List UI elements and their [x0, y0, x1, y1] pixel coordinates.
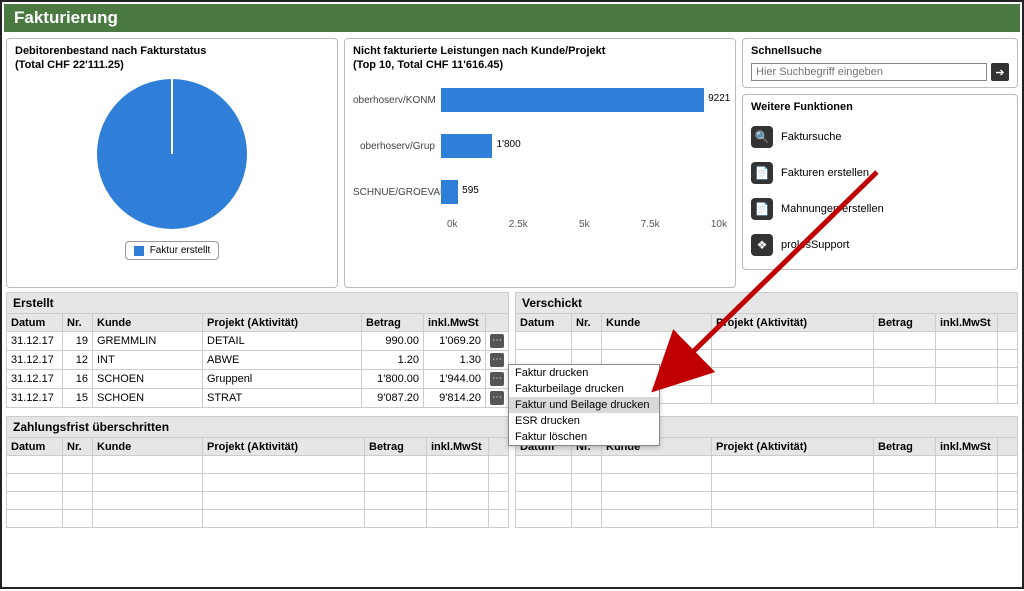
panel-weitere-funktionen: Weitere Funktionen 🔍 Faktursuche 📄 Faktu…: [742, 94, 1018, 270]
search-input[interactable]: [751, 63, 987, 81]
bar-chart[interactable]: oberhoserv/KONM 9221 oberhoserv/Grup 1'8…: [353, 81, 727, 256]
support-icon: ❖: [751, 234, 773, 256]
panel-nf-subtitle: (Top 10, Total CHF 11'616.45): [353, 59, 727, 71]
func-mahnungen-erstellen[interactable]: 📄 Mahnungen erstellen: [751, 191, 1009, 227]
menu-faktur-und-beilage-drucken[interactable]: Faktur und Beilage drucken: [509, 397, 659, 413]
legend-swatch-icon: [134, 246, 144, 256]
func-prolessupport[interactable]: ❖ prolesSupport: [751, 227, 1009, 263]
table-mahnprozess: DatumNr.KundeProjekt (Aktivität)Betragin…: [515, 437, 1018, 528]
table-erstellt: DatumNr.KundeProjekt (Aktivität)Betragin…: [6, 313, 509, 408]
menu-esr-drucken[interactable]: ESR drucken: [509, 413, 659, 429]
pie-chart[interactable]: [97, 79, 247, 229]
panel-schnellsuche: Schnellsuche ➔: [742, 38, 1018, 88]
search-go-button[interactable]: ➔: [991, 63, 1009, 81]
pie-legend[interactable]: Faktur erstellt: [125, 241, 220, 260]
panel-nf-title: Nicht fakturierte Leistungen nach Kunde/…: [353, 45, 727, 57]
table-row[interactable]: 31.12.1719GREMMLINDETAIL990.001'069.20⋯: [7, 332, 509, 351]
bar-label: SCHNUE/GROEVAL: [353, 187, 441, 198]
arrow-right-icon: ➔: [995, 66, 1004, 79]
row-actions-button[interactable]: ⋯: [490, 372, 504, 386]
row-actions-button[interactable]: ⋯: [490, 391, 504, 405]
table-header: DatumNr.KundeProjekt (Aktivität)Betragin…: [7, 314, 509, 332]
panel-debitoren-subtitle: (Total CHF 22'111.25): [15, 59, 329, 71]
table-ueberschritten: DatumNr.KundeProjekt (Aktivität)Betragin…: [6, 437, 509, 528]
document-plus-icon: 📄: [751, 162, 773, 184]
menu-faktur-loeschen[interactable]: Faktur löschen: [509, 429, 659, 445]
table-row[interactable]: 31.12.1715SCHOENSTRAT9'087.209'814.20⋯: [7, 389, 509, 408]
schnellsuche-title: Schnellsuche: [751, 45, 1009, 57]
pie-legend-label: Faktur erstellt: [150, 245, 211, 256]
menu-faktur-drucken[interactable]: Faktur drucken: [509, 365, 659, 381]
func-fakturen-erstellen[interactable]: 📄 Fakturen erstellen: [751, 155, 1009, 191]
func-faktursuche[interactable]: 🔍 Faktursuche: [751, 119, 1009, 155]
row-actions-button[interactable]: ⋯: [490, 353, 504, 367]
section-erstellt: Erstellt: [6, 292, 509, 313]
section-verschickt: Verschickt: [515, 292, 1018, 313]
table-row[interactable]: 31.12.1716SCHOENGruppenl1'800.001'944.00…: [7, 370, 509, 389]
panel-debitoren: Debitorenbestand nach Fakturstatus (Tota…: [6, 38, 338, 288]
menu-fakturbeilage-drucken[interactable]: Fakturbeilage drucken: [509, 381, 659, 397]
page-title: Fakturierung: [4, 4, 1020, 32]
table-header: DatumNr.KundeProjekt (Aktivität)Betragin…: [516, 314, 1018, 332]
bar-label: oberhoserv/KONM: [353, 95, 441, 106]
bar-label: oberhoserv/Grup: [353, 141, 441, 152]
weitere-funktionen-title: Weitere Funktionen: [751, 101, 1009, 113]
panel-debitoren-title: Debitorenbestand nach Fakturstatus: [15, 45, 329, 57]
table-row[interactable]: 31.12.1712INTABWE1.201.30⋯: [7, 351, 509, 370]
document-alert-icon: 📄: [751, 198, 773, 220]
row-context-menu[interactable]: Faktur drucken Fakturbeilage drucken Fak…: [508, 364, 660, 446]
row-actions-button[interactable]: ⋯: [490, 334, 504, 348]
panel-nicht-fakturiert: Nicht fakturierte Leistungen nach Kunde/…: [344, 38, 736, 288]
section-ueberschritten: Zahlungsfrist überschritten: [6, 416, 509, 437]
magnifier-icon: 🔍: [751, 126, 773, 148]
